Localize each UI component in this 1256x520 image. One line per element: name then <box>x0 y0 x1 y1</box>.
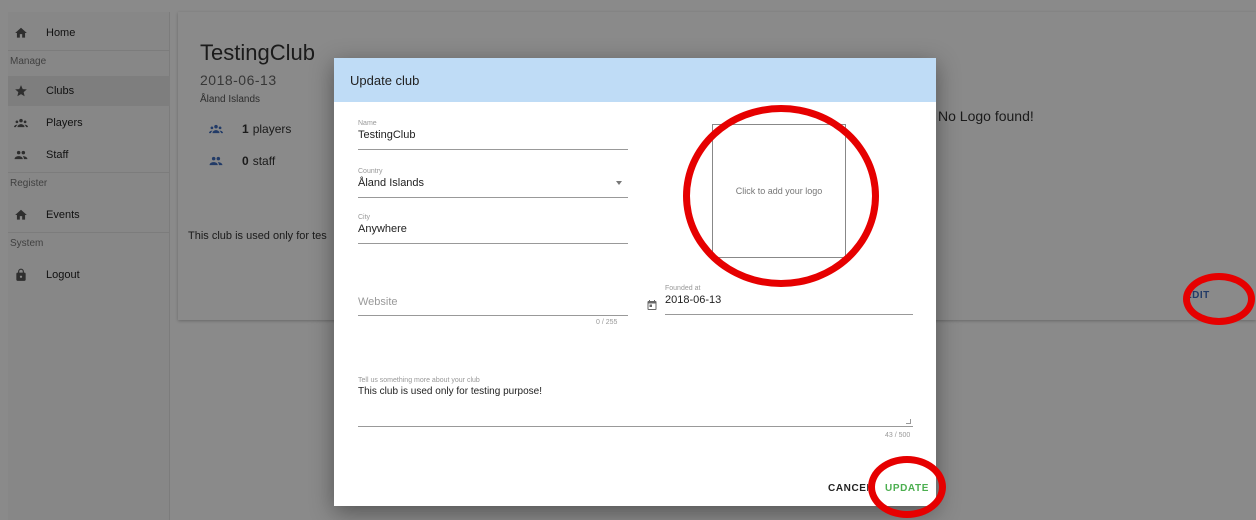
resize-handle-icon[interactable] <box>906 419 911 424</box>
about-underline <box>358 426 913 427</box>
city-value: Anywhere <box>358 223 407 235</box>
dialog-title: Update club <box>350 73 420 88</box>
annotation-circle-update <box>868 456 946 518</box>
country-select[interactable]: Country Åland Islands <box>358 168 628 198</box>
country-underline <box>358 197 628 198</box>
name-underline <box>358 149 628 150</box>
name-label: Name <box>358 120 377 127</box>
founded-value: 2018-06-13 <box>665 294 722 306</box>
city-field[interactable]: City Anywhere <box>358 214 628 244</box>
about-counter: 43 / 500 <box>885 432 911 439</box>
annotation-circle-logo <box>683 105 879 287</box>
city-underline <box>358 243 628 244</box>
chevron-down-icon <box>616 181 622 185</box>
about-value: This club is used only for testing purpo… <box>358 386 542 397</box>
dialog-header: Update club <box>334 58 936 102</box>
name-value: TestingClub <box>358 129 416 141</box>
annotation-circle-edit <box>1183 273 1255 325</box>
founded-underline <box>665 314 913 315</box>
update-club-dialog: Update club Name TestingClub Country Åla… <box>334 58 936 506</box>
website-field[interactable]: Website <box>358 296 628 316</box>
cancel-button[interactable]: CANCEL <box>828 483 868 494</box>
screen: Home Manage Clubs Players Staff Register… <box>0 0 1256 520</box>
name-field[interactable]: Name TestingClub <box>358 120 628 150</box>
about-label: Tell us something more about your club <box>358 377 480 384</box>
city-label: City <box>358 214 371 221</box>
country-value: Åland Islands <box>358 177 425 189</box>
country-label: Country <box>358 168 383 175</box>
website-placeholder: Website <box>358 296 398 308</box>
founded-at-field[interactable]: Founded at 2018-06-13 <box>665 285 913 315</box>
about-textarea[interactable]: Tell us something more about your club T… <box>358 377 913 427</box>
website-counter: 0 / 255 <box>596 319 618 326</box>
website-underline <box>358 315 628 316</box>
calendar-icon[interactable] <box>646 299 658 311</box>
